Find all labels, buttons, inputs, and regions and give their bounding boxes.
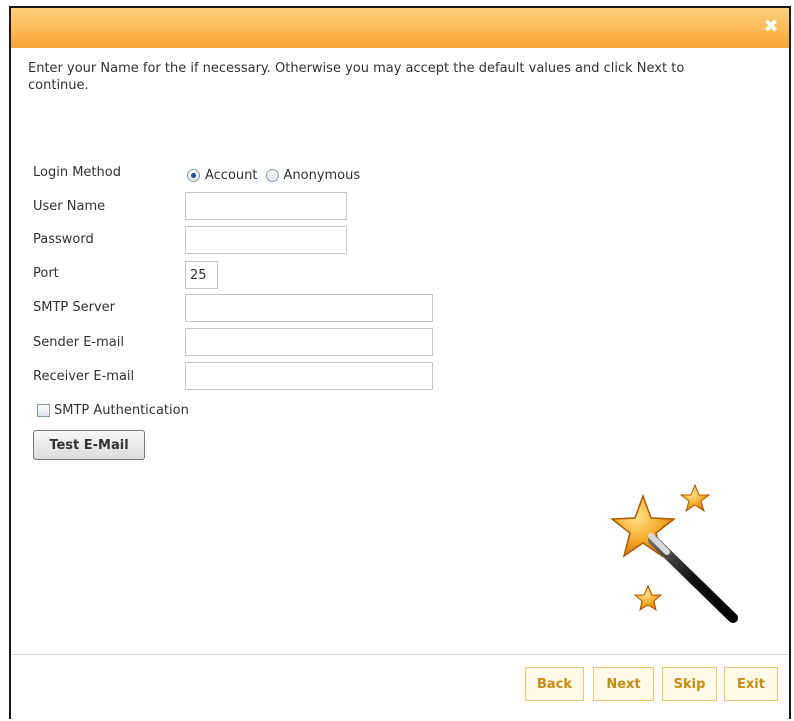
- skip-button[interactable]: Skip: [662, 667, 717, 701]
- sender-email-label: Sender E-mail: [33, 335, 124, 350]
- user-name-input[interactable]: [185, 192, 347, 220]
- radio-anonymous[interactable]: [265, 169, 279, 182]
- receiver-email-input[interactable]: [185, 362, 433, 390]
- smtp-auth-checkbox[interactable]: [37, 404, 50, 417]
- radio-anonymous-label[interactable]: Anonymous: [284, 168, 361, 183]
- receiver-email-label: Receiver E-mail: [33, 369, 135, 384]
- password-input[interactable]: [185, 226, 347, 254]
- smtp-auth-row: SMTP Authentication: [37, 403, 189, 418]
- magic-wand-icon: [609, 483, 738, 623]
- user-name-label: User Name: [33, 199, 106, 214]
- login-method-group: Account Anonymous: [187, 168, 368, 183]
- exit-button[interactable]: Exit: [724, 667, 778, 701]
- small-star-top: [679, 483, 711, 513]
- small-star-bottom: [633, 584, 663, 612]
- password-label: Password: [33, 232, 94, 247]
- intro-text: Enter your Name for the if necessary. Ot…: [28, 61, 685, 93]
- sender-email-input[interactable]: [185, 328, 433, 356]
- radio-account-label[interactable]: Account: [205, 168, 258, 183]
- login-method-label: Login Method: [33, 165, 121, 180]
- wizard-dialog: ✖ Enter your Name for the if necessary. …: [9, 6, 791, 719]
- close-icon[interactable]: ✖: [761, 17, 781, 37]
- footer-divider: [11, 654, 789, 655]
- dialog-titlebar: ✖: [11, 8, 789, 48]
- radio-account[interactable]: [187, 169, 200, 182]
- smtp-server-label: SMTP Server: [33, 300, 116, 315]
- port-label: Port: [33, 266, 59, 281]
- test-email-button[interactable]: Test E-Mail: [33, 430, 145, 460]
- smtp-server-input[interactable]: [185, 294, 433, 322]
- next-button[interactable]: Next: [593, 667, 654, 701]
- smtp-auth-label[interactable]: SMTP Authentication: [54, 403, 189, 418]
- port-input[interactable]: [185, 261, 218, 289]
- back-button[interactable]: Back: [525, 667, 584, 701]
